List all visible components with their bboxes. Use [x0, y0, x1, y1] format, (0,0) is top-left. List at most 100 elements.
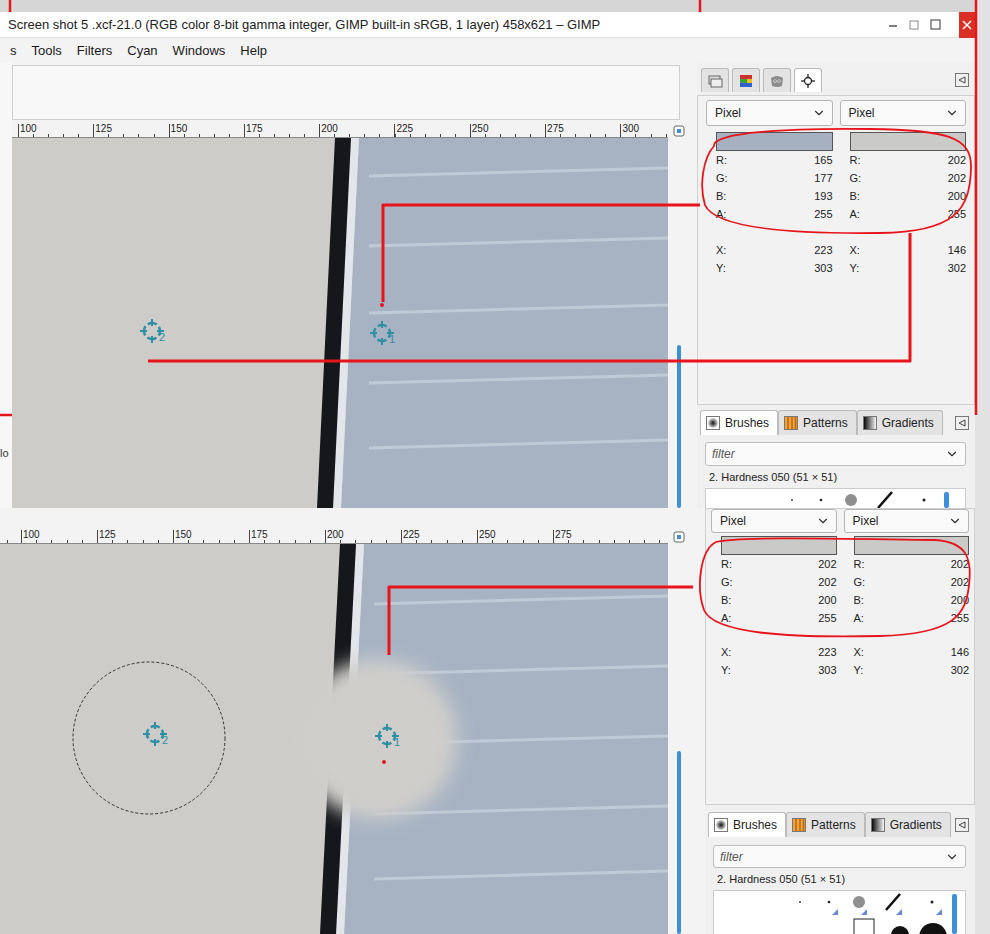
channel-row: R:202 — [854, 555, 970, 573]
brush-scrollbar[interactable] — [944, 492, 949, 508]
dock-tab-row — [697, 67, 975, 92]
canvas-row: 12 — [12, 138, 690, 508]
canvas[interactable]: 12 — [0, 544, 668, 934]
brush-grid[interactable] — [713, 890, 966, 934]
ruler-label: 250 — [477, 530, 553, 543]
navigate-icon[interactable] — [673, 125, 685, 137]
menu-item[interactable]: Cyan — [127, 43, 157, 58]
menu-item[interactable]: Tools — [32, 43, 62, 58]
channel-row: A:255 — [850, 205, 967, 223]
chevron-down-icon — [945, 850, 959, 864]
brush-tab-row: BrushesPatternsGradients — [705, 812, 975, 837]
dock: PixelR:202G:202B:200A:255X:223Y:303Pixel… — [705, 508, 975, 934]
vertical-scrollbar[interactable] — [668, 138, 690, 508]
brush-dock-tab[interactable]: Patterns — [786, 812, 865, 837]
sample-point[interactable]: 1 — [369, 320, 407, 352]
ruler-label: 125 — [93, 124, 168, 137]
dock-menu-button[interactable] — [955, 73, 969, 87]
brush-tab-row: BrushesPatternsGradients — [697, 410, 975, 435]
brush-grid[interactable] — [705, 488, 966, 508]
gradient-icon — [871, 818, 885, 832]
canvas-column: 10012515017520022525027512 — [0, 508, 690, 934]
dock-menu-button[interactable] — [955, 416, 969, 430]
sample-point[interactable]: 2 — [142, 721, 180, 753]
menu-item[interactable]: Windows — [173, 43, 226, 58]
sample-mode-dropdown[interactable]: Pixel — [840, 100, 967, 126]
channel-row: R:202 — [850, 151, 967, 169]
sample-mode-dropdown[interactable]: Pixel — [844, 509, 970, 533]
brush-scrollbar[interactable] — [952, 894, 957, 934]
brush-dock-tab[interactable]: Gradients — [865, 812, 951, 837]
sample-point[interactable]: 2 — [139, 318, 177, 350]
sample-point[interactable]: 1 — [374, 723, 412, 755]
menu-item[interactable]: s — [10, 43, 17, 58]
color-swatch — [716, 132, 833, 151]
brush-previews — [714, 891, 950, 934]
channel-row: G:202 — [850, 169, 967, 187]
ruler-label: 150 — [169, 124, 244, 137]
pattern-icon — [784, 416, 798, 430]
canvas[interactable]: 12 — [12, 138, 668, 508]
channel-row: A:255 — [854, 609, 970, 627]
channel-row: G:202 — [721, 573, 837, 591]
navigate-button[interactable] — [668, 124, 690, 138]
sample-point-label: 2 — [162, 734, 168, 746]
dock-menu-button[interactable] — [955, 818, 969, 832]
navigate-button[interactable] — [668, 530, 690, 544]
chevron-down-icon — [945, 106, 959, 120]
brush-icon — [706, 416, 720, 430]
ruler-label: 200 — [319, 124, 394, 137]
dock-tab[interactable] — [794, 68, 822, 92]
pointer-column: PixelR:202G:202B:200A:255X:146Y:302 — [844, 509, 970, 679]
ruler-label: 150 — [173, 530, 249, 543]
dock-tab[interactable] — [732, 68, 760, 92]
menu-item[interactable]: Filters — [77, 43, 112, 58]
position-row: X:223 — [721, 643, 837, 661]
window-controls-icon[interactable] — [879, 12, 975, 38]
ruler-label: 175 — [244, 124, 319, 137]
window-title: Screen shot 5 .xcf-21.0 (RGB color 8-bit… — [8, 17, 600, 32]
ruler-label: 125 — [97, 530, 173, 543]
position-row: Y:302 — [850, 259, 967, 277]
navigate-icon[interactable] — [673, 531, 685, 543]
sample-mode-dropdown[interactable]: Pixel — [706, 100, 833, 126]
sample-mode-dropdown[interactable]: Pixel — [711, 509, 837, 533]
scrollbar-thumb[interactable] — [677, 751, 681, 934]
ruler-row: 100125150175200225250275300 — [12, 124, 690, 138]
ruler-label: 225 — [394, 124, 469, 137]
filter-input[interactable]: filter — [713, 845, 966, 868]
brush-dock-tab[interactable]: Brushes — [708, 812, 786, 837]
sample-point-label: 2 — [159, 331, 165, 343]
screenshot-page: Screen shot 5 .xcf-21.0 (RGB color 8-bit… — [0, 0, 990, 934]
channel-row: B:200 — [854, 591, 970, 609]
brush-dock-tab[interactable]: Gradients — [857, 410, 943, 435]
brush-dock-tab[interactable]: Brushes — [700, 410, 778, 435]
channel-row: A:255 — [721, 609, 837, 627]
brush-dock-tab[interactable]: Patterns — [778, 410, 857, 435]
color-swatch — [721, 536, 837, 555]
color-swatch — [854, 536, 970, 555]
ruler-label: 100 — [21, 530, 97, 543]
menu-item[interactable]: Help — [240, 43, 267, 58]
position-row: X:146 — [850, 241, 967, 259]
position-row: Y:302 — [854, 661, 970, 679]
layers-icon — [707, 73, 723, 89]
dock-tab[interactable] — [763, 68, 791, 92]
position-row: X:146 — [854, 643, 970, 661]
dock-tab[interactable] — [701, 68, 729, 92]
horizontal-ruler: 100125150175200225250275300 — [12, 124, 668, 138]
brush-previews — [706, 489, 942, 508]
gimp-window: Screen shot 5 .xcf-21.0 (RGB color 8-bit… — [0, 0, 975, 508]
filter-input[interactable]: filter — [705, 442, 966, 466]
brush-name: 2. Hardness 050 (51 × 51) — [709, 470, 975, 484]
dock: PixelR:165G:177B:193A:255X:223Y:303Pixel… — [697, 62, 975, 508]
window-frame-strip — [0, 0, 975, 12]
scrollbar-thumb[interactable] — [677, 345, 681, 508]
ruler-label: 275 — [553, 530, 629, 543]
ruler-label: 300 — [620, 124, 668, 137]
brush-icon — [714, 818, 728, 832]
vertical-scrollbar[interactable] — [668, 544, 690, 934]
position-row: Y:303 — [716, 259, 833, 277]
background-window-peek: lo — [0, 62, 12, 508]
channel-row: B:200 — [850, 187, 967, 205]
